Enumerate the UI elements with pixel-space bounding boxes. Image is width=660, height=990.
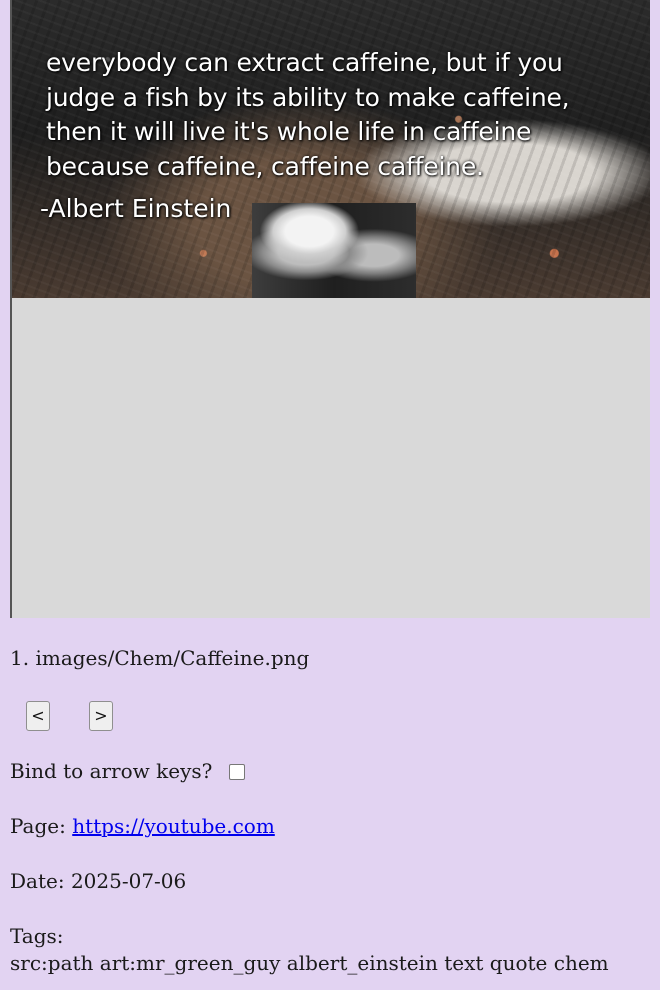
date-label: Date: [10, 869, 65, 893]
quote-author: -Albert Einstein [40, 194, 232, 223]
image-navigation: < > [26, 701, 116, 731]
arrow-key-label: Bind to arrow keys? [10, 759, 213, 783]
arrow-key-binding-option: Bind to arrow keys? [10, 759, 245, 783]
page-line: Page: https://youtube.com [10, 814, 275, 838]
page-link[interactable]: https://youtube.com [72, 814, 275, 838]
page-label: Page: [10, 814, 66, 838]
image-viewer: everybody can extract caffeine, but if y… [10, 0, 650, 618]
date-line: Date: 2025-07-06 [10, 869, 186, 893]
tags-value: src:path art:mr_green_guy albert_einstei… [10, 951, 609, 975]
tags-label: Tags: [10, 924, 64, 948]
next-button[interactable]: > [89, 701, 113, 731]
previous-button[interactable]: < [26, 701, 50, 731]
caffeine-image: everybody can extract caffeine, but if y… [12, 0, 650, 298]
image-empty-space [12, 298, 650, 618]
file-path: images/Chem/Caffeine.png [35, 646, 310, 670]
date-value: 2025-07-06 [70, 869, 187, 893]
einstein-portrait [252, 203, 416, 298]
arrow-key-checkbox[interactable] [228, 764, 245, 780]
file-index: 1. [10, 646, 30, 670]
quote-text: everybody can extract caffeine, but if y… [46, 48, 570, 181]
file-path-line: 1. images/Chem/Caffeine.png [10, 646, 309, 670]
